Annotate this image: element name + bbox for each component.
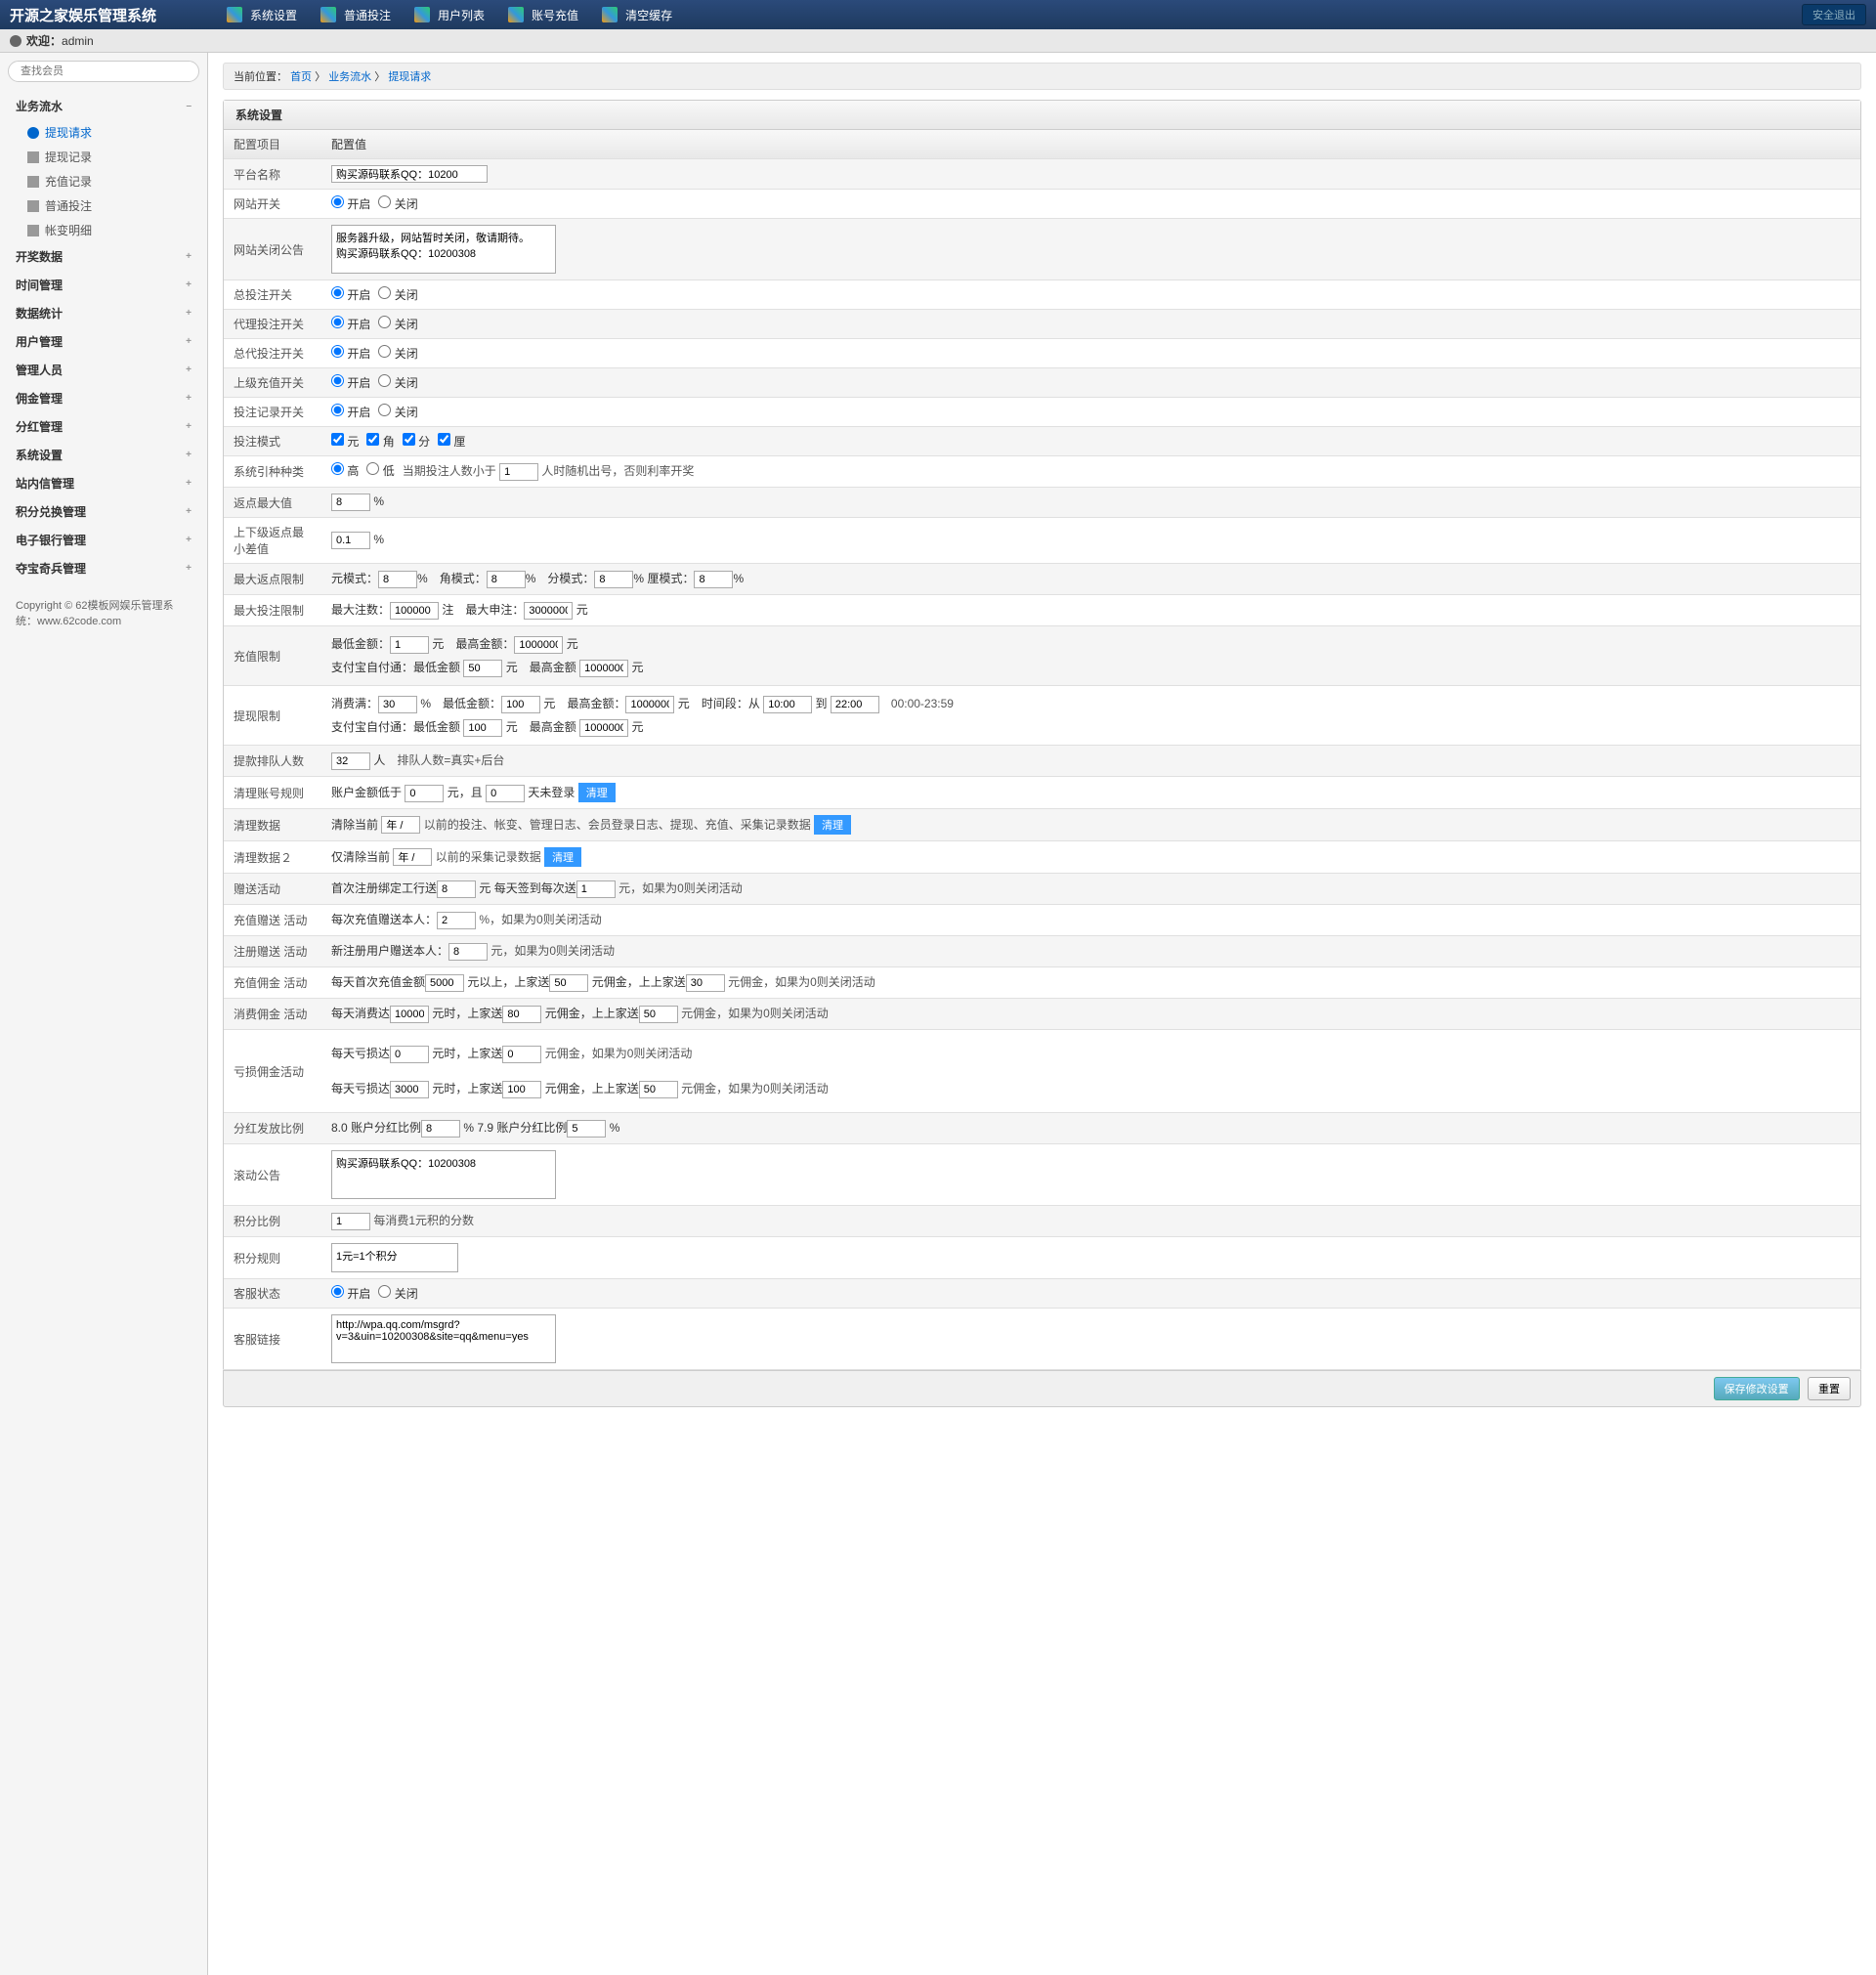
welcome-label: 欢迎： <box>26 32 62 49</box>
clear-data2-button[interactable]: 清理 <box>544 847 581 867</box>
total-bet-on[interactable] <box>331 286 344 299</box>
menu-group-10[interactable]: 积分兑换管理+ <box>8 497 199 526</box>
nav-icon <box>602 7 618 22</box>
site-switch-off[interactable] <box>378 195 391 208</box>
menu-group-4[interactable]: 用户管理+ <box>8 327 199 356</box>
col-value: 配置值 <box>321 130 1860 159</box>
nav-icon <box>227 7 242 22</box>
user-bar: 欢迎： admin <box>0 29 1876 53</box>
nav-icon <box>414 7 430 22</box>
nav-system-settings[interactable]: 系统设置 <box>215 7 309 23</box>
config-table: 配置项目配置值 平台名称 网站开关 开启 关闭 网站关闭公告 总投注开关 开启 … <box>224 130 1860 1370</box>
action-bar: 保存修改设置 重置 <box>223 1370 1861 1407</box>
logo: 开源之家娱乐管理系统 <box>10 5 215 25</box>
menu-group-0[interactable]: 业务流水– <box>8 92 199 120</box>
breadcrumb: 当前位置： 首页 〉 业务流水 〉 提现请求 <box>223 63 1861 90</box>
nav-icon <box>508 7 524 22</box>
menu-item[interactable]: 帐变明细 <box>27 218 199 242</box>
menu-group-8[interactable]: 系统设置+ <box>8 441 199 469</box>
site-switch-on[interactable] <box>331 195 344 208</box>
nav-user-list[interactable]: 用户列表 <box>403 7 496 23</box>
menu-item-icon <box>27 225 39 236</box>
menu-group-11[interactable]: 电子银行管理+ <box>8 526 199 554</box>
panel-title: 系统设置 <box>224 101 1860 130</box>
reset-button[interactable]: 重置 <box>1808 1377 1851 1400</box>
username: admin <box>62 34 94 48</box>
menu-item-icon <box>27 151 39 163</box>
menu-group-2[interactable]: 时间管理+ <box>8 271 199 299</box>
menu-item[interactable]: 普通投注 <box>27 193 199 218</box>
close-notice-textarea[interactable] <box>331 225 556 274</box>
menu-item-icon <box>27 200 39 212</box>
clear-data-button[interactable]: 清理 <box>814 815 851 835</box>
copyright: Copyright © 62模板网娱乐管理系统：www.62code.com <box>8 582 199 643</box>
nav-normal-bet[interactable]: 普通投注 <box>309 7 403 23</box>
cs-link-textarea[interactable] <box>331 1314 556 1363</box>
point-rule-textarea[interactable] <box>331 1243 458 1272</box>
search-input[interactable] <box>8 61 199 82</box>
nav-account-recharge[interactable]: 账号充值 <box>496 7 590 23</box>
menu-item[interactable]: 充值记录 <box>27 169 199 193</box>
nav-icon <box>320 7 336 22</box>
menu-group-12[interactable]: 夺宝奇兵管理+ <box>8 554 199 582</box>
top-nav: 系统设置 普通投注 用户列表 账号充值 清空缓存 <box>215 7 1802 23</box>
menu-item-icon <box>27 127 39 139</box>
clear-account-button[interactable]: 清理 <box>578 783 616 802</box>
breadcrumb-current[interactable]: 提现请求 <box>388 71 431 83</box>
menu-group-9[interactable]: 站内信管理+ <box>8 469 199 497</box>
settings-panel: 系统设置 配置项目配置值 平台名称 网站开关 开启 关闭 网站关闭公告 总投注开… <box>223 100 1861 1371</box>
breadcrumb-mid[interactable]: 业务流水 <box>328 71 371 83</box>
logout-button[interactable]: 安全退出 <box>1802 4 1866 25</box>
total-bet-off[interactable] <box>378 286 391 299</box>
menu-group-6[interactable]: 佣金管理+ <box>8 384 199 412</box>
menu-item[interactable]: 提现记录 <box>27 145 199 169</box>
save-button[interactable]: 保存修改设置 <box>1714 1377 1800 1400</box>
nav-clear-cache[interactable]: 清空缓存 <box>590 7 684 23</box>
menu-group-7[interactable]: 分红管理+ <box>8 412 199 441</box>
platform-name-input[interactable] <box>331 165 488 183</box>
user-icon <box>10 35 21 47</box>
sidebar: 业务流水–提现请求提现记录充值记录普通投注帐变明细开奖数据+时间管理+数据统计+… <box>0 53 208 1975</box>
menu-item[interactable]: 提现请求 <box>27 120 199 145</box>
main-content: 当前位置： 首页 〉 业务流水 〉 提现请求 系统设置 配置项目配置值 平台名称… <box>208 53 1876 1975</box>
menu-group-3[interactable]: 数据统计+ <box>8 299 199 327</box>
scroll-notice-textarea[interactable] <box>331 1150 556 1199</box>
menu-item-icon <box>27 176 39 188</box>
breadcrumb-home[interactable]: 首页 <box>290 71 312 83</box>
menu-group-5[interactable]: 管理人员+ <box>8 356 199 384</box>
col-item: 配置项目 <box>224 130 321 159</box>
menu-group-1[interactable]: 开奖数据+ <box>8 242 199 271</box>
topbar: 开源之家娱乐管理系统 系统设置 普通投注 用户列表 账号充值 清空缓存 安全退出 <box>0 0 1876 29</box>
